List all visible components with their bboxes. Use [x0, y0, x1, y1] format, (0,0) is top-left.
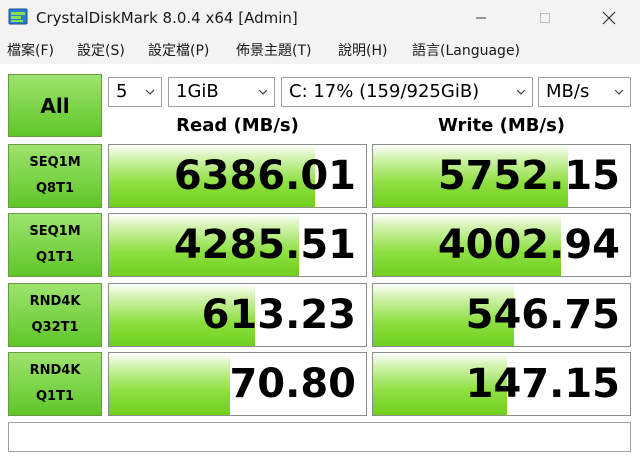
drive-value: C: 17% (159/925GiB): [289, 81, 480, 102]
test-button-label-line2: Q8T1: [35, 181, 74, 196]
test-button-label-line1: SEQ1M: [29, 155, 81, 170]
minimize-icon: [476, 17, 486, 19]
close-button[interactable]: [586, 0, 632, 36]
read-result-seq1m-q8t1: 6386.01: [108, 144, 367, 208]
unit-value: MB/s: [546, 81, 590, 102]
read-result-value: 4285.51: [173, 222, 356, 268]
comment-input[interactable]: [8, 422, 631, 452]
chevron-down-icon: [614, 89, 624, 95]
menu-bar: 檔案(F) 設定(S) 設定檔(P) 佈景主題(T) 說明(H) 語言(Lang…: [0, 36, 640, 64]
test-button-seq1m-q1t1[interactable]: SEQ1M Q1T1: [8, 213, 102, 277]
write-result-value: 147.15: [465, 361, 620, 407]
read-result-value: 6386.01: [173, 153, 356, 199]
menu-item-settings[interactable]: 設定(S): [77, 40, 125, 60]
menu-item-profile[interactable]: 設定檔(P): [148, 40, 209, 60]
test-size-select[interactable]: 1GiB: [168, 77, 275, 107]
test-button-seq1m-q8t1[interactable]: SEQ1M Q8T1: [8, 144, 102, 208]
test-size-value: 1GiB: [176, 81, 219, 102]
write-result-value: 546.75: [465, 292, 620, 338]
all-button-label: All: [40, 93, 70, 118]
menu-item-file[interactable]: 檔案(F): [7, 40, 54, 60]
test-button-label-line1: RND4K: [29, 363, 81, 378]
write-column-header: Write (MB/s): [437, 115, 566, 136]
window-title: CrystalDiskMark 8.0.4 x64 [Admin]: [36, 9, 298, 27]
write-result-seq1m-q1t1: 4002.94: [372, 213, 631, 277]
write-result-rnd4k-q1t1: 147.15: [372, 352, 631, 416]
chevron-down-icon: [145, 89, 155, 95]
read-result-value: 613.23: [201, 292, 356, 338]
unit-select[interactable]: MB/s: [538, 77, 631, 107]
maximize-icon: [540, 13, 550, 23]
test-count-select[interactable]: 5: [108, 77, 162, 107]
test-button-label-line2: Q1T1: [35, 250, 74, 265]
read-result-value: 70.80: [229, 361, 356, 407]
menu-item-theme[interactable]: 佈景主題(T): [236, 40, 311, 60]
read-result-rnd4k-q1t1: 70.80: [108, 352, 367, 416]
minimize-button[interactable]: [458, 0, 504, 36]
chevron-down-icon: [258, 89, 268, 95]
close-icon: [602, 11, 616, 25]
chevron-down-icon: [516, 89, 526, 95]
test-button-rnd4k-q1t1[interactable]: RND4K Q1T1: [8, 352, 102, 416]
read-column-header: Read (MB/s): [176, 115, 299, 136]
menu-item-language[interactable]: 語言(Language): [412, 40, 520, 60]
maximize-button[interactable]: [522, 0, 568, 36]
test-button-rnd4k-q32t1[interactable]: RND4K Q32T1: [8, 283, 102, 347]
drive-select[interactable]: C: 17% (159/925GiB): [281, 77, 533, 107]
test-button-label-line2: Q32T1: [31, 320, 79, 335]
test-button-label-line1: SEQ1M: [29, 224, 81, 239]
benchmark-panel: All 5 1GiB C: 17% (159/925GiB) MB/s Read…: [0, 64, 640, 460]
write-result-value: 4002.94: [437, 222, 620, 268]
read-result-bar: [109, 353, 230, 415]
crystaldiskmark-app-icon: [8, 8, 28, 25]
write-result-rnd4k-q32t1: 546.75: [372, 283, 631, 347]
all-button[interactable]: All: [8, 74, 102, 137]
read-result-rnd4k-q32t1: 613.23: [108, 283, 367, 347]
menu-item-help[interactable]: 說明(H): [338, 40, 387, 60]
test-button-label-line2: Q1T1: [35, 389, 74, 404]
write-result-seq1m-q8t1: 5752.15: [372, 144, 631, 208]
read-result-seq1m-q1t1: 4285.51: [108, 213, 367, 277]
test-button-label-line1: RND4K: [29, 294, 81, 309]
write-result-value: 5752.15: [437, 153, 620, 199]
test-count-value: 5: [116, 81, 128, 102]
title-bar[interactable]: CrystalDiskMark 8.0.4 x64 [Admin]: [0, 0, 640, 36]
